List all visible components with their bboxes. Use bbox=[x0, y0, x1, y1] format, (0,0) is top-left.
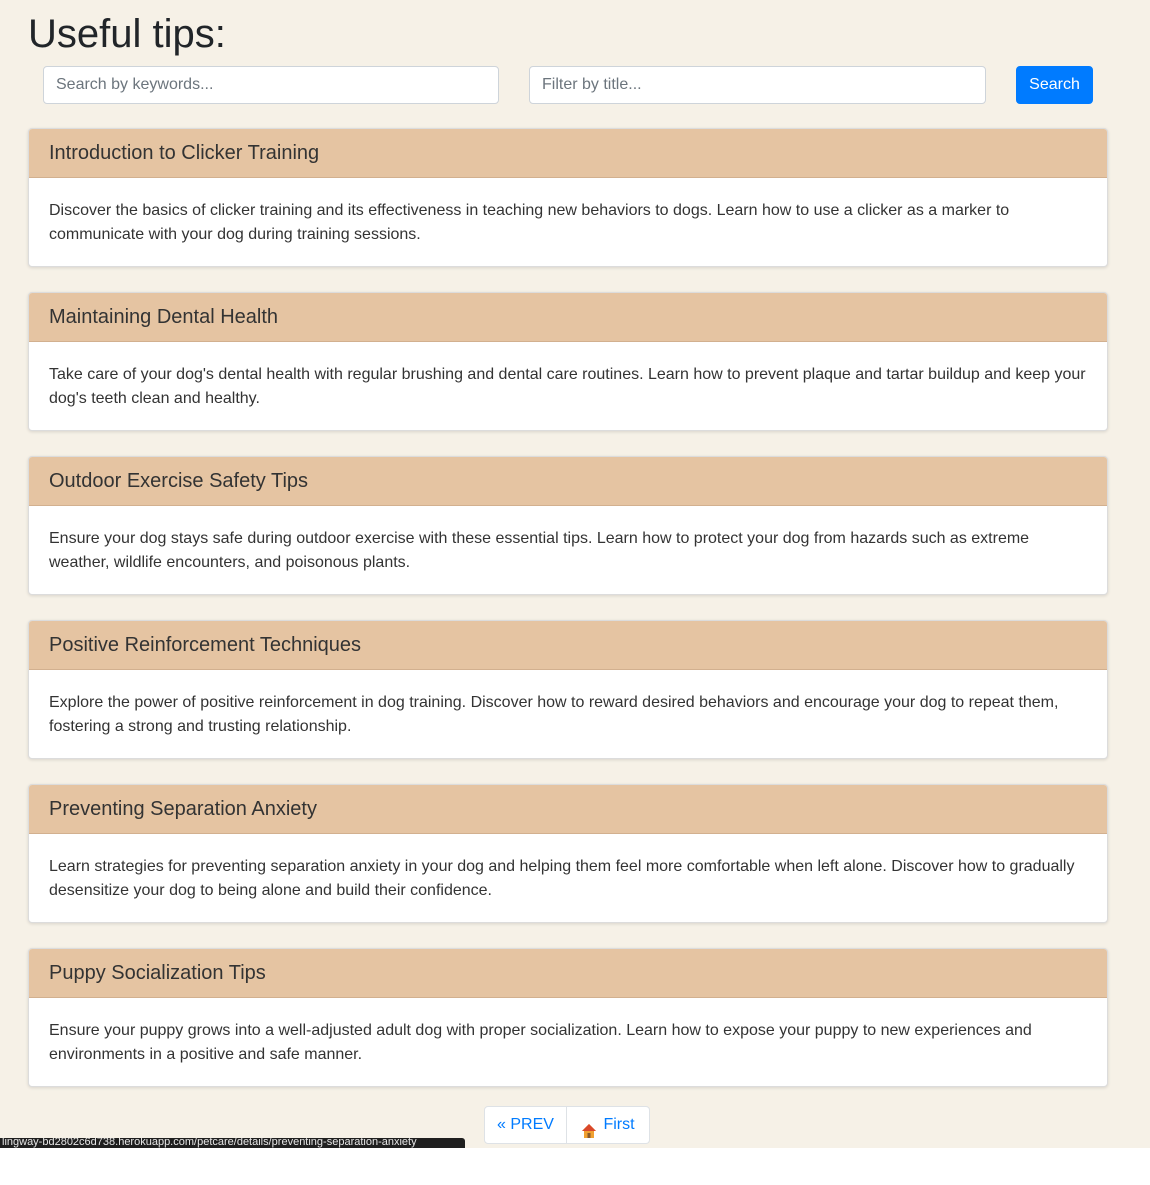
tip-card-title[interactable]: Introduction to Clicker Training bbox=[29, 129, 1107, 178]
tip-card-description: Discover the basics of clicker training … bbox=[49, 202, 1010, 243]
tip-card[interactable]: Outdoor Exercise Safety Tips Ensure your… bbox=[28, 456, 1108, 595]
title-filter-input[interactable] bbox=[529, 66, 986, 104]
status-bar-url: lingway-bd2802c6d738.herokuapp.com/petca… bbox=[0, 1138, 465, 1148]
tip-card[interactable]: Positive Reinforcement Techniques Explor… bbox=[28, 620, 1108, 759]
tip-card-title[interactable]: Positive Reinforcement Techniques bbox=[29, 621, 1107, 670]
tip-card-description: Learn strategies for preventing separati… bbox=[49, 858, 1075, 899]
first-page-link[interactable]: First bbox=[567, 1106, 650, 1144]
tip-card-description: Ensure your puppy grows into a well-adju… bbox=[49, 1022, 1032, 1063]
tip-card-title[interactable]: Outdoor Exercise Safety Tips bbox=[29, 457, 1107, 506]
pagination: « PREV First bbox=[484, 1106, 650, 1144]
page-title: Useful tips: bbox=[28, 12, 226, 56]
prev-page-link[interactable]: « PREV bbox=[484, 1106, 567, 1144]
tip-card[interactable]: Introduction to Clicker Training Discove… bbox=[28, 128, 1108, 267]
tips-list: Introduction to Clicker Training Discove… bbox=[28, 128, 1108, 1112]
prev-page-label: « PREV bbox=[497, 1116, 554, 1133]
tip-card-title[interactable]: Preventing Separation Anxiety bbox=[29, 785, 1107, 834]
house-icon bbox=[581, 1117, 597, 1138]
keywords-search-input[interactable] bbox=[43, 66, 499, 104]
page-area: Useful tips: Search Introduction to Clic… bbox=[0, 0, 1150, 1148]
tip-card[interactable]: Preventing Separation Anxiety Learn stra… bbox=[28, 784, 1108, 923]
search-button[interactable]: Search bbox=[1016, 66, 1093, 104]
tip-card-description: Take care of your dog's dental health wi… bbox=[49, 366, 1086, 407]
status-bar-url-text: lingway-bd2802c6d738.herokuapp.com/petca… bbox=[2, 1138, 417, 1148]
tip-card-description: Explore the power of positive reinforcem… bbox=[49, 694, 1059, 735]
tip-card-description: Ensure your dog stays safe during outdoo… bbox=[49, 530, 1030, 571]
tip-card-title[interactable]: Maintaining Dental Health bbox=[29, 293, 1107, 342]
tip-card[interactable]: Maintaining Dental Health Take care of y… bbox=[28, 292, 1108, 431]
tip-card[interactable]: Puppy Socialization Tips Ensure your pup… bbox=[28, 948, 1108, 1087]
tip-card-title[interactable]: Puppy Socialization Tips bbox=[29, 949, 1107, 998]
first-page-label: First bbox=[603, 1116, 635, 1133]
